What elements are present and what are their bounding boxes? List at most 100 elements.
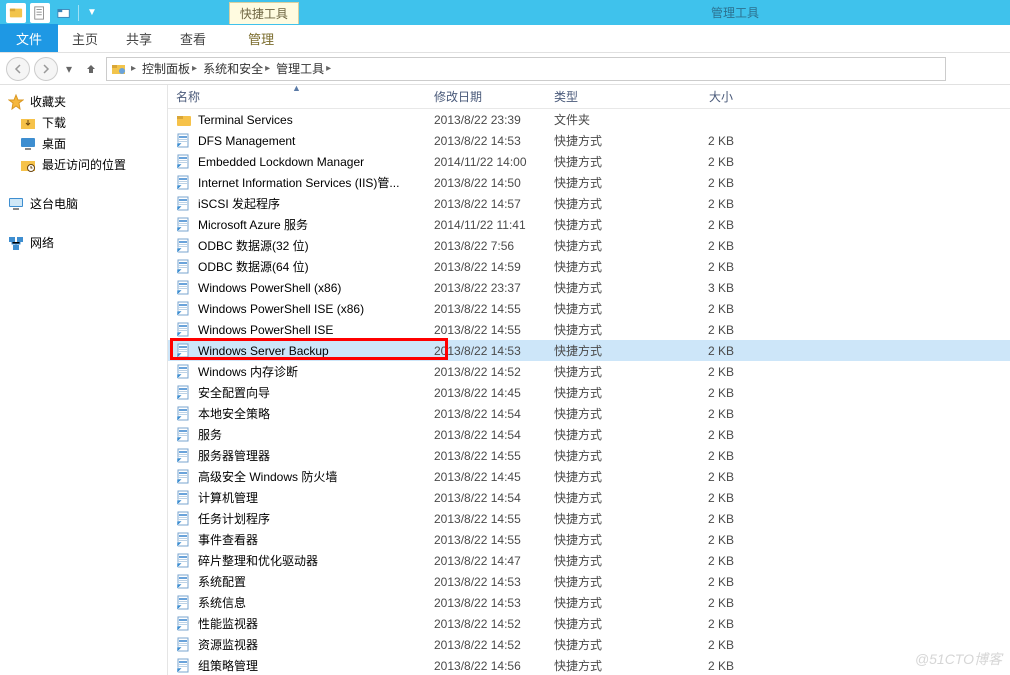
column-date[interactable]: 修改日期 <box>426 85 546 108</box>
file-type: 快捷方式 <box>546 552 662 569</box>
shortcut-icon <box>176 154 192 170</box>
file-name: Windows 内存诊断 <box>198 363 298 380</box>
chevron-right-icon: ▸ <box>265 63 270 74</box>
sidebar-item-desktop[interactable]: 桌面 <box>0 133 167 154</box>
column-name[interactable]: ▲ 名称 <box>168 85 426 108</box>
file-type: 快捷方式 <box>546 447 662 464</box>
list-item[interactable]: ODBC 数据源(32 位)2013/8/22 7:56快捷方式2 KB <box>168 235 1010 256</box>
file-tab[interactable]: 文件 <box>0 24 58 52</box>
file-name: 事件查看器 <box>198 531 258 548</box>
history-dropdown-icon[interactable]: ▾ <box>62 62 76 76</box>
list-item[interactable]: Windows PowerShell (x86)2013/8/22 23:37快… <box>168 277 1010 298</box>
tab-share[interactable]: 共享 <box>112 24 166 52</box>
list-item[interactable]: 组策略管理2013/8/22 14:56快捷方式2 KB <box>168 655 1010 675</box>
file-size: 2 KB <box>662 218 742 232</box>
file-size: 2 KB <box>662 512 742 526</box>
shortcut-icon <box>176 448 192 464</box>
crumb-system-security[interactable]: 系统和安全▸ <box>201 60 272 77</box>
list-item[interactable]: Windows Server Backup2013/8/22 14:53快捷方式… <box>168 340 1010 361</box>
file-size: 2 KB <box>662 323 742 337</box>
file-name: 资源监视器 <box>198 636 258 653</box>
sidebar-network[interactable]: 网络 <box>0 232 167 253</box>
list-item[interactable]: Terminal Services2013/8/22 23:39文件夹 <box>168 109 1010 130</box>
list-item[interactable]: ODBC 数据源(64 位)2013/8/22 14:59快捷方式2 KB <box>168 256 1010 277</box>
file-date: 2013/8/22 14:59 <box>426 260 546 274</box>
list-item[interactable]: 本地安全策略2013/8/22 14:54快捷方式2 KB <box>168 403 1010 424</box>
crumb-control-panel[interactable]: 控制面板▸ <box>140 60 199 77</box>
list-item[interactable]: Windows PowerShell ISE (x86)2013/8/22 14… <box>168 298 1010 319</box>
up-button[interactable] <box>80 58 102 80</box>
tab-view[interactable]: 查看 <box>166 24 220 52</box>
column-type[interactable]: 类型 <box>546 85 662 108</box>
list-item[interactable]: Windows PowerShell ISE2013/8/22 14:55快捷方… <box>168 319 1010 340</box>
ribbon-tabs: 文件 主页 共享 查看 管理 <box>0 25 1010 53</box>
shortcut-icon <box>176 406 192 422</box>
file-date: 2013/8/22 14:53 <box>426 575 546 589</box>
file-type: 快捷方式 <box>546 573 662 590</box>
list-item[interactable]: 计算机管理2013/8/22 14:54快捷方式2 KB <box>168 487 1010 508</box>
list-item[interactable]: 安全配置向导2013/8/22 14:45快捷方式2 KB <box>168 382 1010 403</box>
file-size: 2 KB <box>662 617 742 631</box>
file-size: 2 KB <box>662 155 742 169</box>
file-type: 快捷方式 <box>546 132 662 149</box>
file-date: 2013/8/22 14:54 <box>426 428 546 442</box>
file-date: 2013/8/22 14:53 <box>426 344 546 358</box>
file-name: DFS Management <box>198 134 295 148</box>
list-item[interactable]: DFS Management2013/8/22 14:53快捷方式2 KB <box>168 130 1010 151</box>
sidebar-item-downloads[interactable]: 下载 <box>0 112 167 133</box>
shortcut-icon <box>176 343 192 359</box>
file-type: 快捷方式 <box>546 636 662 653</box>
back-button[interactable] <box>6 57 30 81</box>
file-size: 2 KB <box>662 554 742 568</box>
file-type: 快捷方式 <box>546 615 662 632</box>
list-item[interactable]: 任务计划程序2013/8/22 14:55快捷方式2 KB <box>168 508 1010 529</box>
file-name: 服务器管理器 <box>198 447 270 464</box>
forward-button[interactable] <box>34 57 58 81</box>
shortcut-icon <box>176 175 192 191</box>
column-size[interactable]: 大小 <box>662 85 742 108</box>
list-item[interactable]: Internet Information Services (IIS)管...2… <box>168 172 1010 193</box>
file-date: 2013/8/22 14:56 <box>426 659 546 673</box>
file-name: Windows Server Backup <box>198 344 329 358</box>
list-item[interactable]: Windows 内存诊断2013/8/22 14:52快捷方式2 KB <box>168 361 1010 382</box>
tab-manage[interactable]: 管理 <box>234 24 288 52</box>
shortcut-icon <box>176 574 192 590</box>
sidebar-item-label: 最近访问的位置 <box>42 156 126 173</box>
shortcut-icon <box>176 469 192 485</box>
sidebar-this-pc[interactable]: 这台电脑 <box>0 193 167 214</box>
list-item[interactable]: 碎片整理和优化驱动器2013/8/22 14:47快捷方式2 KB <box>168 550 1010 571</box>
list-item[interactable]: 系统配置2013/8/22 14:53快捷方式2 KB <box>168 571 1010 592</box>
address-bar[interactable]: ▸ 控制面板▸ 系统和安全▸ 管理工具▸ <box>106 57 946 81</box>
file-name: iSCSI 发起程序 <box>198 195 280 212</box>
file-date: 2013/8/22 14:55 <box>426 512 546 526</box>
list-item[interactable]: Embedded Lockdown Manager2014/11/22 14:0… <box>168 151 1010 172</box>
file-size: 2 KB <box>662 239 742 253</box>
sidebar-favorites[interactable]: 收藏夹 <box>0 91 167 112</box>
file-type: 快捷方式 <box>546 510 662 527</box>
tab-home[interactable]: 主页 <box>58 24 112 52</box>
list-item[interactable]: 服务器管理器2013/8/22 14:55快捷方式2 KB <box>168 445 1010 466</box>
file-name: 碎片整理和优化驱动器 <box>198 552 318 569</box>
file-size: 2 KB <box>662 659 742 673</box>
file-type: 快捷方式 <box>546 153 662 170</box>
network-icon <box>8 235 24 251</box>
file-type: 快捷方式 <box>546 279 662 296</box>
list-item[interactable]: Microsoft Azure 服务2014/11/22 11:41快捷方式2 … <box>168 214 1010 235</box>
file-type: 快捷方式 <box>546 405 662 422</box>
list-item[interactable]: 系统信息2013/8/22 14:53快捷方式2 KB <box>168 592 1010 613</box>
list-item[interactable]: 高级安全 Windows 防火墙2013/8/22 14:45快捷方式2 KB <box>168 466 1010 487</box>
list-item[interactable]: 事件查看器2013/8/22 14:55快捷方式2 KB <box>168 529 1010 550</box>
list-item[interactable]: 性能监视器2013/8/22 14:52快捷方式2 KB <box>168 613 1010 634</box>
file-type: 快捷方式 <box>546 237 662 254</box>
file-name: Windows PowerShell (x86) <box>198 281 341 295</box>
list-item[interactable]: 服务2013/8/22 14:54快捷方式2 KB <box>168 424 1010 445</box>
list-item[interactable]: 资源监视器2013/8/22 14:52快捷方式2 KB <box>168 634 1010 655</box>
sidebar-item-recent[interactable]: 最近访问的位置 <box>0 154 167 175</box>
crumb-admin-tools[interactable]: 管理工具▸ <box>274 60 333 77</box>
crumb-root[interactable]: ▸ <box>129 63 138 74</box>
file-name: Internet Information Services (IIS)管... <box>198 174 399 191</box>
list-item[interactable]: iSCSI 发起程序2013/8/22 14:57快捷方式2 KB <box>168 193 1010 214</box>
computer-icon <box>8 196 24 212</box>
file-name: ODBC 数据源(64 位) <box>198 258 309 275</box>
shortcut-icon <box>176 637 192 653</box>
